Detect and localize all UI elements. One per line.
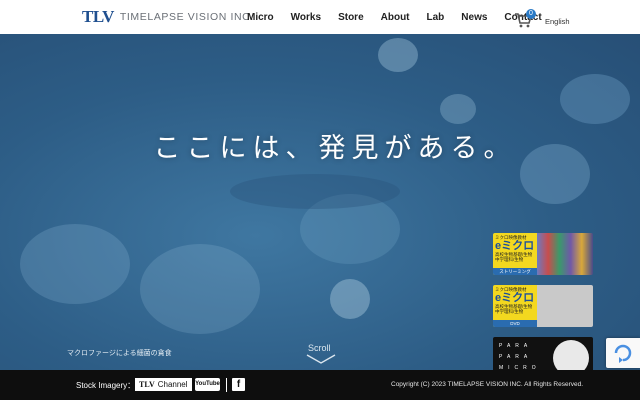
- tlv-channel-text: Channel: [157, 380, 188, 389]
- facebook-icon[interactable]: f: [232, 378, 245, 391]
- banner-strip: ストリーミング: [493, 268, 537, 275]
- emicro-dvd-banner[interactable]: ミクロ映像教材 eミクロ 高校生物基礎/生物 中学理科/生物 DVD: [493, 285, 593, 327]
- logo-mark: TLV: [82, 7, 114, 26]
- cell-blob: [330, 279, 370, 319]
- main-nav: Micro Works Store About Lab News Contact: [247, 0, 559, 34]
- banner-line: 中学理科/生物: [495, 257, 524, 262]
- logo-text: TIMELAPSE VISION INC.: [119, 11, 254, 23]
- stock-imagery-label: Stock Imagery：: [76, 381, 136, 390]
- cell-blob: [230, 174, 400, 209]
- cart-count-badge: 0: [526, 9, 536, 19]
- site-footer: Stock Imagery： TLV Channel YouTube f Cop…: [0, 370, 640, 400]
- scroll-label[interactable]: Scroll: [308, 343, 331, 353]
- banner-strip: DVD: [493, 320, 537, 327]
- cell-blob: [378, 38, 418, 72]
- tlv-channel-mark: TLV: [139, 380, 155, 389]
- hero-caption: マクロファージによる細菌の貪食: [67, 350, 172, 357]
- parapara-micro-banner[interactable]: PARA PARA MICRO: [493, 337, 593, 370]
- language-switch[interactable]: English: [545, 17, 570, 26]
- nav-item-news[interactable]: News: [461, 12, 487, 23]
- recaptcha-icon: [614, 344, 632, 363]
- divider: [226, 378, 227, 392]
- banner-label-panel: ミクロ映像教材 eミクロ 高校生物基礎/生物 中学理科/生物 DVD: [493, 285, 537, 327]
- banner-label-panel: ミクロ映像教材 eミクロ 高校生物基礎/生物 中学理科/生物 ストリーミング: [493, 233, 537, 275]
- nav-item-store[interactable]: Store: [338, 12, 364, 23]
- cell-blob: [20, 224, 130, 304]
- emicro-streaming-banner[interactable]: ミクロ映像教材 eミクロ 高校生物基礎/生物 中学理科/生物 ストリーミング: [493, 233, 593, 275]
- chevron-down-icon[interactable]: [306, 354, 336, 364]
- parapara-illustration: [553, 340, 589, 370]
- banner-line: 中学理科/生物: [495, 309, 524, 314]
- banner-title: eミクロ: [495, 240, 535, 252]
- banner-title: eミクロ: [495, 292, 535, 304]
- cell-blob: [440, 94, 476, 124]
- nav-item-about[interactable]: About: [381, 12, 410, 23]
- hero-headline: ここには、発見がある。: [153, 133, 517, 164]
- cell-blob: [140, 244, 260, 334]
- youtube-icon[interactable]: YouTube: [195, 378, 220, 391]
- nav-item-works[interactable]: Works: [291, 12, 321, 23]
- recaptcha-badge[interactable]: [606, 338, 640, 368]
- site-header: TLV TIMELAPSE VISION INC. Micro Works St…: [0, 0, 640, 34]
- nav-item-lab[interactable]: Lab: [427, 12, 445, 23]
- banner-image: [537, 233, 593, 275]
- tlv-channel-link[interactable]: TLV Channel: [135, 378, 192, 391]
- parapara-title: PARA PARA MICRO: [499, 343, 541, 370]
- nav-item-micro[interactable]: Micro: [247, 12, 274, 23]
- cell-blob: [560, 74, 630, 124]
- site-logo[interactable]: TLV TIMELAPSE VISION INC.: [82, 7, 254, 27]
- dvd-disc-image: [537, 285, 593, 327]
- hero-section: ここには、発見がある。 マクロファージによる細菌の貪食 Scroll ミクロ映像…: [0, 34, 640, 370]
- copyright-text: Copyright (C) 2023 TIMELAPSE VISION INC.…: [391, 381, 584, 388]
